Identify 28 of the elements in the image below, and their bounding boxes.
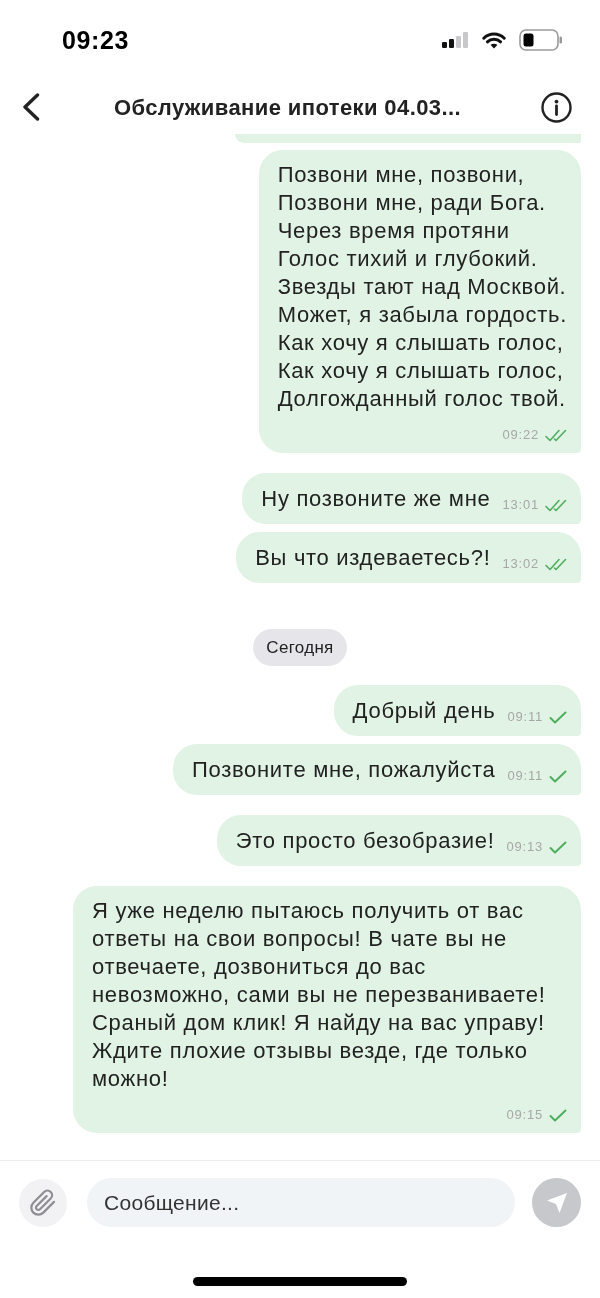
message-time: 09:11: [507, 709, 543, 725]
message-text: Добрый день: [352, 697, 496, 725]
paperclip-icon: [29, 1188, 57, 1217]
message-field[interactable]: Сообщение...: [87, 1178, 515, 1227]
status-time: 09:23: [62, 27, 129, 53]
signal-icon: [442, 32, 469, 48]
info-button[interactable]: [541, 91, 572, 123]
message-time: 09:11: [507, 768, 543, 784]
wifi-icon: [482, 31, 506, 49]
message-time: 09:13: [506, 839, 543, 855]
battery-icon: [519, 29, 563, 51]
message-text: Это просто безобразие!: [235, 827, 495, 855]
back-button[interactable]: [22, 93, 40, 121]
paper-plane-icon: [544, 1190, 569, 1215]
chat-title: Обслуживание ипотеки 04.03...: [113, 93, 462, 122]
message-text: Вы что издеваетесь?!: [255, 544, 491, 572]
attach-button[interactable]: [19, 1178, 67, 1227]
message-text: Ну позвоните же мне: [261, 485, 491, 513]
message-text: Я уже неделю пытаюсь получить от вас ответы на свои вопросы! В чате вы не отвечаете, дозвониться до вас невозможно, сами вы не перезваниваете! Сраный дом клик! Я найду на вас управу! Ждите плохие отзывы везде, где только можно!: [92, 897, 547, 1093]
message-text: Позвоните мне, пожалуйста: [191, 756, 496, 784]
message-time: 09:15: [506, 1107, 543, 1123]
message-time: 09:22: [502, 427, 539, 443]
message-time: 13:01: [502, 497, 539, 513]
message-time: 13:02: [502, 556, 539, 572]
message-text: Позвони мне, позвони, Позвони мне, ради Бога. Через время протяни Голос тихий и глубокий. Звезды тают над Москвой. Может, я забыла гордость. Как хочу я слышать голос, Как хочу я слышать голос, Долгожданный голос твой.: [277, 161, 567, 413]
date-separator: Сегодня: [253, 629, 347, 666]
info-icon: [541, 91, 572, 123]
chevron-left-icon: [22, 93, 40, 121]
